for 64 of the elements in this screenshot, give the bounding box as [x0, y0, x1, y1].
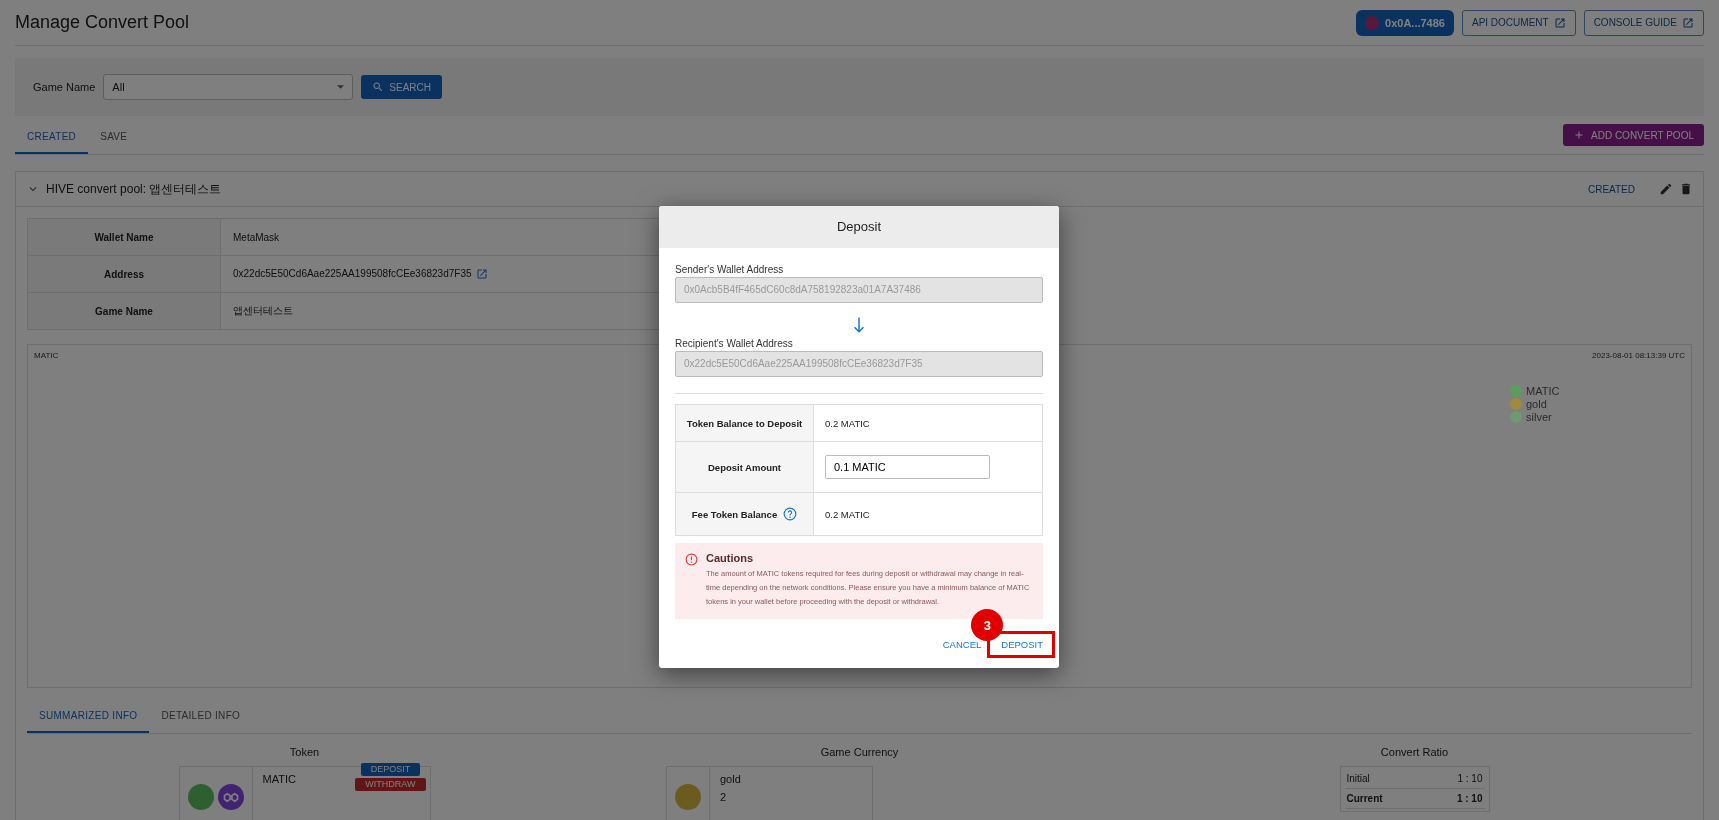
add-convert-pool-button[interactable]: ADD CONVERT POOL — [1563, 124, 1704, 146]
info-text: 0x22dc5E50Cd6Aae225AA199508fcCEe36823d7F35 — [233, 267, 472, 279]
field-label: Recipient's Wallet Address — [675, 338, 794, 349]
token-name: MATIC — [262, 773, 296, 785]
row-value: 0.2 MATIC — [825, 417, 870, 429]
info-text: 앱센터테스트 — [233, 305, 293, 316]
delete-icon[interactable] — [1679, 182, 1693, 196]
game-select[interactable]: All — [103, 74, 354, 100]
tab[interactable]: DETAILED INFO — [149, 700, 253, 733]
filter-label: Game Name — [33, 81, 96, 93]
ratio-label: Current — [1346, 793, 1383, 804]
currency-amount: 2 — [720, 791, 728, 803]
info-text: MetaMask — [233, 231, 280, 243]
link-logo-icon — [217, 784, 244, 810]
row-label: Token Balance to Deposit — [686, 417, 803, 429]
caution-title: Cautions — [706, 552, 755, 564]
info-label: Address — [27, 255, 221, 293]
edit-icon[interactable] — [1659, 182, 1673, 196]
column-heading: Token — [289, 746, 320, 758]
row-label: Deposit Amount — [708, 461, 781, 473]
status-label: CREATED — [1587, 183, 1635, 195]
sender-address-field: 0x0Acb5B4fF465dC60c8dA758192823a01A7A37486 — [675, 277, 1043, 303]
info-label: Game Name — [27, 292, 221, 330]
info-label: Wallet Name — [27, 218, 221, 256]
help-icon[interactable] — [783, 507, 798, 521]
column-heading: Convert Ratio — [1380, 746, 1449, 758]
column-heading: Game Currency — [820, 746, 899, 758]
external-link-icon[interactable] — [475, 268, 488, 281]
pool-title: HIVE convert pool: 앱센터테스트 — [46, 180, 223, 198]
ratio-value: 1 : 10 — [1456, 793, 1483, 804]
field-label: Sender's Wallet Address — [675, 264, 785, 275]
chart-timestamp: 2023-08-01 08:13:39 UTC — [1592, 351, 1685, 360]
currency-name: gold — [720, 773, 741, 785]
deposit-button[interactable]: DEPOSIT — [360, 763, 421, 776]
doc-link-button[interactable]: CONSOLE GUIDE — [1583, 9, 1704, 36]
row-label: Fee Token Balance — [691, 508, 778, 520]
page-title: Manage Convert Pool — [15, 12, 190, 33]
search-button[interactable]: SEARCH — [361, 75, 443, 99]
ratio-value: 1 : 10 — [1457, 773, 1483, 784]
deposit-amount-input[interactable]: 0.1 MATIC — [825, 455, 990, 479]
caret-icon — [337, 85, 345, 89]
external-link-icon — [1682, 16, 1694, 29]
plus-icon — [1573, 129, 1585, 141]
legend-label: MATIC — [1526, 385, 1560, 397]
withdraw-button[interactable]: WITHDRAW — [355, 778, 426, 791]
chart-token-label: MATIC — [34, 351, 59, 360]
wallet-button[interactable]: 0x0A...7486 — [1356, 9, 1454, 36]
legend-label: silver — [1526, 411, 1552, 423]
doc-link-button[interactable]: API DOCUMENT — [1461, 9, 1576, 36]
step-badge: 3 — [971, 609, 1004, 641]
alert-icon — [685, 553, 698, 566]
recipient-address-field: 0x22dc5E50Cd6Aae225AA199508fcCEe36823d7F35 — [675, 351, 1043, 377]
currency-icon — [675, 784, 701, 810]
dialog-title: Deposit — [659, 206, 1059, 248]
legend-label: gold — [1526, 398, 1547, 410]
search-icon — [372, 81, 385, 93]
token-color-icon — [187, 784, 214, 810]
ratio-label: Initial — [1346, 773, 1370, 784]
row-value: 0.2 MATIC — [825, 508, 870, 520]
tab[interactable]: CREATED — [15, 121, 89, 154]
tab[interactable]: SAVE — [88, 121, 140, 154]
tab[interactable]: SUMMARIZED INFO — [27, 700, 150, 733]
arrow-down-icon — [853, 315, 865, 335]
external-link-icon — [1553, 16, 1566, 29]
